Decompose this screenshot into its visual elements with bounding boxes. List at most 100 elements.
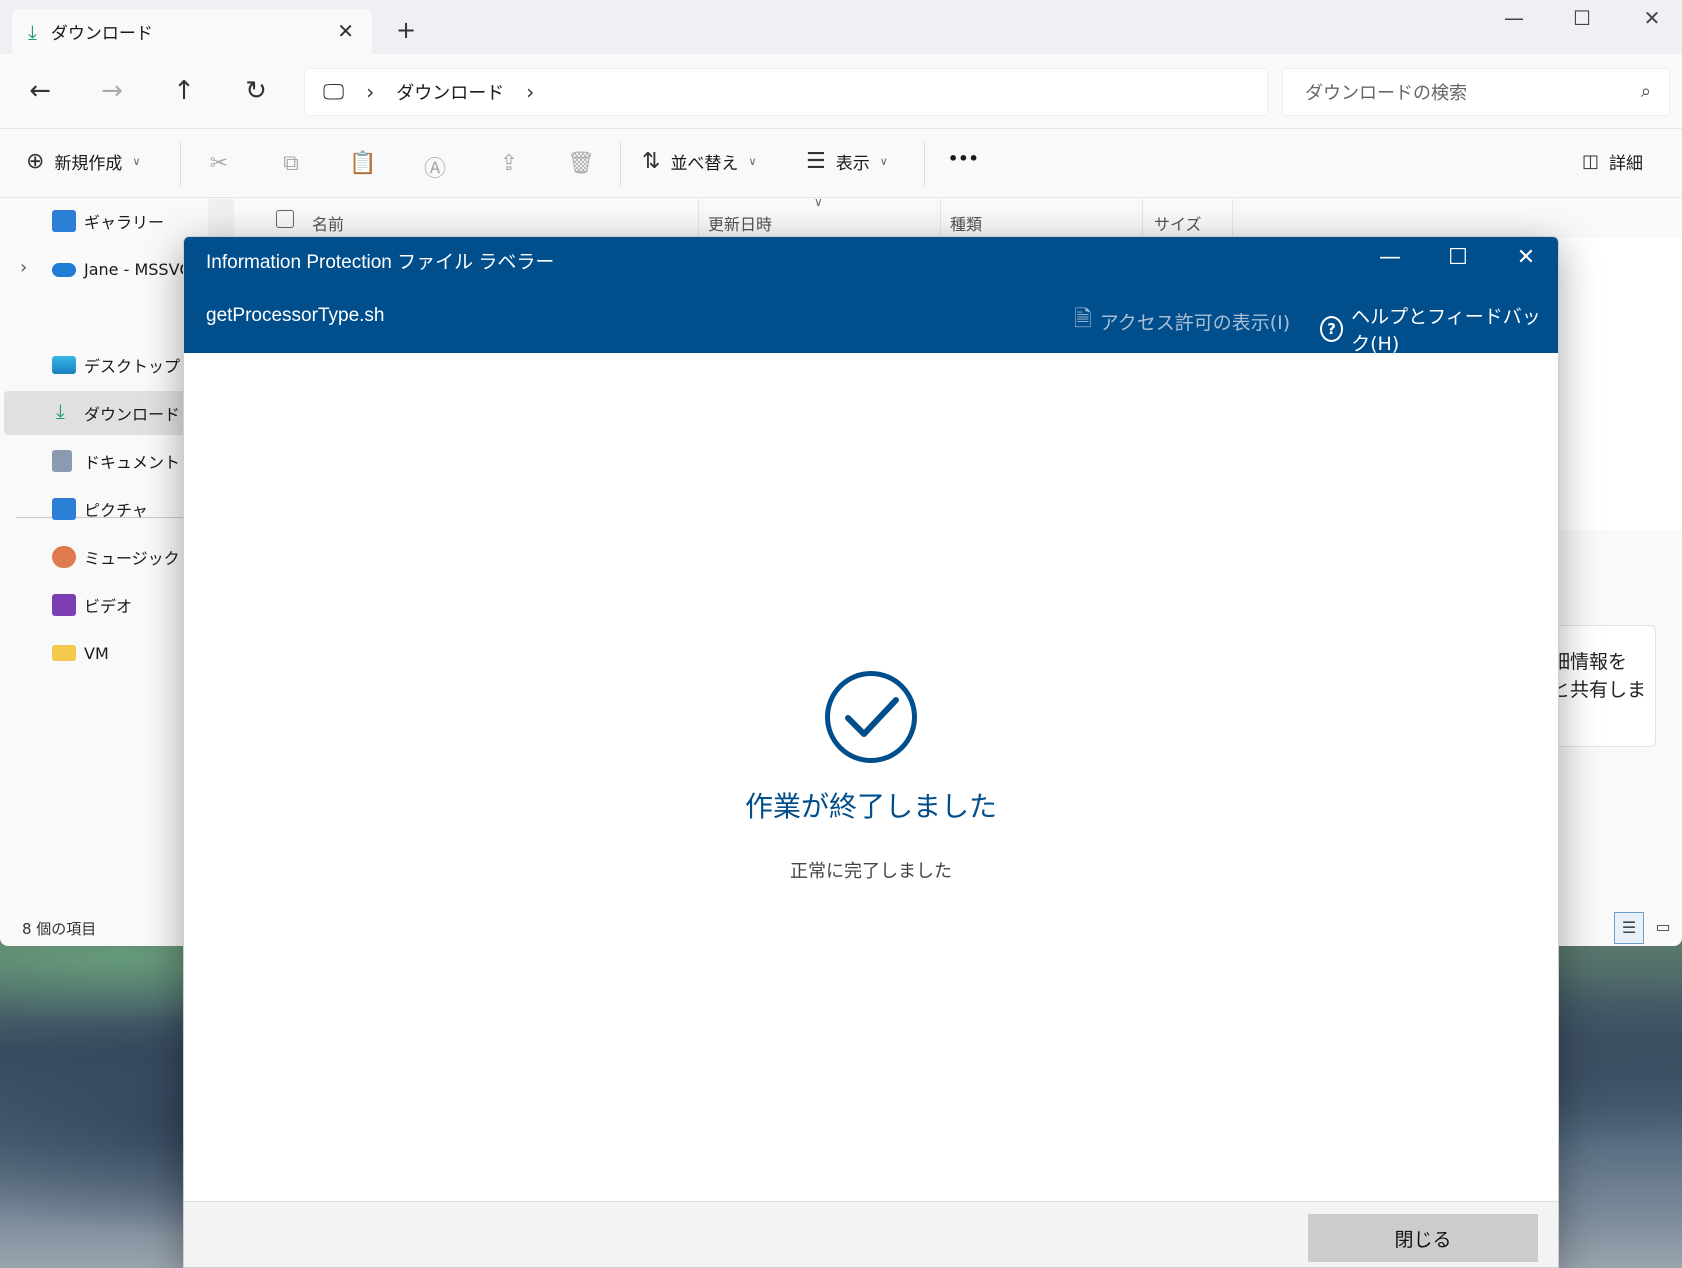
paste-icon[interactable]: 📋 [348, 151, 378, 176]
minimize-button[interactable]: — [1494, 6, 1534, 30]
download-icon: ⤓ [28, 19, 37, 44]
tiles-view-button[interactable]: ▭ [1648, 912, 1678, 944]
document-icon [52, 450, 72, 472]
command-bar: ⊕ 新規作成 ∨ ✂ ⧉ 📋 Ⓐ ⇪ 🗑 ⇅ 並べ替え ∨ ☰ 表示 ∨ •••… [0, 128, 1682, 198]
sidebar-item-desktop[interactable]: デスクトップ [4, 343, 208, 387]
copy-icon[interactable]: ⧉ [276, 151, 306, 176]
column-type[interactable]: 種類 [950, 211, 982, 235]
dialog-file-name: getProcessorType.sh [206, 305, 385, 326]
sidebar-item-videos[interactable]: ビデオ [4, 583, 208, 627]
view-label: 表示 [835, 154, 870, 174]
sidebar-item-label: ミュージック [84, 549, 180, 568]
more-icon: ••• [948, 149, 979, 168]
sort-label: 並べ替え [670, 154, 739, 174]
details-card-line: と共有しま [1551, 679, 1647, 701]
music-icon [52, 546, 76, 568]
dialog-title: Information Protection ファイル ラベラー [206, 252, 555, 273]
sidebar-item-vm[interactable]: VM [4, 631, 208, 675]
sort-button[interactable]: ⇅ 並べ替え ∨ [642, 149, 757, 174]
folder-icon [52, 645, 76, 661]
help-feedback-label: ヘルプとフィードバック(H) [1351, 306, 1541, 355]
column-size[interactable]: サイズ [1154, 211, 1202, 235]
completion-message: 作業が終了しました [744, 790, 997, 823]
explorer-titlebar: ⤓ ダウンロード ✕ + — ☐ ✕ [0, 0, 1682, 54]
divider [940, 199, 941, 239]
help-icon: ? [1320, 316, 1344, 342]
success-check-icon [825, 671, 917, 763]
select-all-checkbox[interactable] [276, 210, 294, 228]
file-labeler-dialog: Information Protection ファイル ラベラー — ☐ ✕ g… [183, 236, 1559, 1268]
picture-icon [52, 498, 76, 520]
help-feedback-link[interactable]: ? ヘルプとフィードバック(H) [1320, 302, 1558, 356]
dialog-header: Information Protection ファイル ラベラー — ☐ ✕ g… [184, 237, 1558, 356]
tab-downloads[interactable]: ⤓ ダウンロード ✕ [12, 9, 372, 54]
close-tab-icon[interactable]: ✕ [337, 19, 354, 43]
computer-icon: 🖵 [323, 79, 345, 105]
sidebar-item-music[interactable]: ミュージック [4, 535, 208, 579]
sidebar-item-gallery[interactable]: ギャラリー [4, 199, 208, 243]
new-tab-button[interactable]: + [396, 16, 416, 44]
more-button[interactable]: ••• [948, 149, 979, 168]
sidebar-item-downloads[interactable]: ⤓ ダウンロード [4, 391, 208, 435]
sidebar-item-label: VM [84, 643, 109, 663]
divider [924, 141, 925, 187]
sidebar-item-onedrive[interactable]: › Jane - MSSVC [4, 247, 208, 291]
sidebar-item-label: ピクチャ [84, 501, 148, 520]
rename-icon[interactable]: Ⓐ [420, 151, 450, 183]
column-name[interactable]: 名前 [312, 211, 344, 235]
column-date[interactable]: 更新日時 [708, 211, 772, 235]
divider [180, 141, 181, 187]
tab-label: ダウンロード [50, 24, 153, 44]
sidebar-item-label: ダウンロード [84, 405, 181, 424]
chevron-right-icon[interactable]: › [366, 80, 374, 104]
delete-icon[interactable]: 🗑 [566, 151, 596, 176]
divider [1142, 199, 1143, 239]
dialog-minimize-button[interactable]: — [1370, 245, 1410, 270]
dialog-maximize-button[interactable]: ☐ [1438, 245, 1478, 270]
new-button[interactable]: ⊕ 新規作成 ∨ [26, 149, 141, 174]
navigation-pane: ギャラリー › Jane - MSSVC デスクトップ ⤓ ダウンロード ドキュ… [0, 199, 208, 899]
chevron-right-icon[interactable]: › [20, 257, 27, 278]
search-placeholder: ダウンロードの検索 [1305, 83, 1467, 104]
sidebar-item-label: Jane - MSSVC [84, 259, 191, 279]
details-button[interactable]: ◫ 詳細 [1582, 149, 1643, 174]
chevron-right-icon[interactable]: › [526, 80, 534, 104]
details-label: 詳細 [1609, 154, 1644, 174]
maximize-button[interactable]: ☐ [1562, 6, 1602, 30]
sidebar-item-pictures[interactable]: ピクチャ [4, 487, 208, 531]
search-box[interactable]: ダウンロードの検索 ⌕ [1282, 68, 1670, 116]
close-window-button[interactable]: ✕ [1632, 6, 1672, 30]
details-pane-icon: ◫ [1582, 151, 1600, 172]
forward-button[interactable]: → [92, 76, 132, 106]
navigation-bar: ← → ↑ ↻ 🖵 › ダウンロード › ダウンロードの検索 ⌕ [0, 54, 1682, 128]
chevron-down-icon: ∨ [132, 155, 141, 168]
address-bar[interactable]: 🖵 › ダウンロード › [304, 68, 1268, 116]
share-icon[interactable]: ⇪ [494, 151, 524, 176]
download-icon: ⤓ [56, 399, 65, 423]
view-permissions-link[interactable]: 🗎 アクセス許可の表示(I) [1074, 302, 1290, 340]
checkmark-icon [845, 697, 899, 737]
search-icon: ⌕ [1640, 81, 1651, 102]
sidebar-item-label: デスクトップ [84, 357, 181, 376]
list-icon: ☰ [806, 149, 826, 174]
new-label: 新規作成 [54, 154, 123, 174]
video-icon [52, 594, 76, 616]
divider [1232, 199, 1233, 239]
item-count: 8 個の項目 [22, 920, 97, 938]
close-button[interactable]: 閉じる [1308, 1214, 1538, 1262]
breadcrumb-downloads[interactable]: ダウンロード [396, 79, 504, 105]
details-view-button[interactable]: ☰ [1614, 912, 1644, 944]
sidebar-item-label: ギャラリー [84, 213, 165, 232]
sidebar-item-label: ドキュメント [84, 453, 181, 472]
view-button[interactable]: ☰ 表示 ∨ [806, 149, 888, 174]
cut-icon[interactable]: ✂ [204, 151, 234, 176]
up-button[interactable]: ↑ [164, 76, 204, 106]
plus-circle-icon: ⊕ [26, 149, 45, 174]
refresh-button[interactable]: ↻ [236, 76, 276, 106]
details-card-line: 細情報を [1551, 651, 1628, 673]
sidebar-item-documents[interactable]: ドキュメント [4, 439, 208, 483]
dialog-close-button[interactable]: ✕ [1506, 245, 1546, 270]
back-button[interactable]: ← [20, 76, 60, 106]
view-permissions-label: アクセス許可の表示(I) [1099, 311, 1291, 334]
cloud-icon [52, 263, 76, 277]
